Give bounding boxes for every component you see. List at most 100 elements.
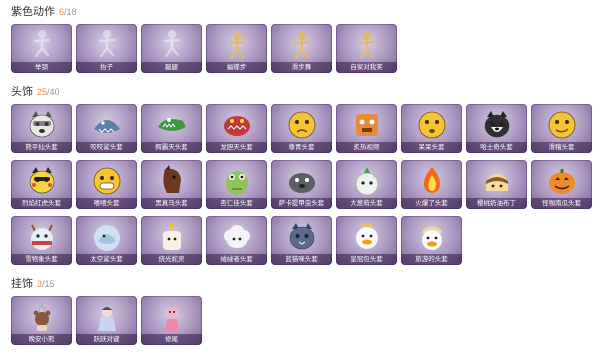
section-title-purple-actions: 紫色动作 6/18: [11, 5, 77, 19]
item-card[interactable]: 蝠蝶步: [206, 24, 267, 73]
frog-head-icon: [220, 165, 254, 197]
item-label: 雪物象头套: [11, 254, 72, 265]
cloud-sheep-head-icon: [220, 221, 254, 253]
item-label: 旅游的头套: [401, 254, 462, 265]
item-card[interactable]: 哈士奇头套: [466, 104, 527, 153]
item-card[interactable]: 蓝猫咪头套: [271, 216, 332, 265]
item-card[interactable]: 炙热视频: [336, 104, 397, 153]
item-card[interactable]: 修尾: [141, 296, 202, 345]
item-card[interactable]: 樱桃奶油布丁: [466, 160, 527, 209]
gold-skater-icon: [285, 29, 319, 61]
item-card[interactable]: 萨卡提甲虫头套: [271, 160, 332, 209]
item-label: 绒绒者头套: [206, 254, 267, 265]
item-label: 黑真马头套: [141, 198, 202, 209]
total-count: /15: [42, 279, 55, 289]
grin-emoji-head-icon: [90, 165, 124, 197]
item-label: 滑稽头套: [531, 142, 592, 153]
item-label: 火爆了头套: [401, 198, 462, 209]
item-label: 修尾: [141, 334, 202, 345]
item-card[interactable]: 自家对我笑: [336, 24, 397, 73]
gold-dancer-icon: [220, 29, 254, 61]
goose-head-icon: [415, 221, 449, 253]
collection-count: 25/40: [37, 87, 60, 97]
item-card[interactable]: 晚安小熊: [11, 296, 72, 345]
pikachu-head-icon: [25, 165, 59, 197]
item-card[interactable]: 嘻嘻头套: [76, 160, 137, 209]
item-card[interactable]: 鳄霸天头套: [141, 104, 202, 153]
smirk-emoji-head-icon: [545, 109, 579, 141]
pumpkin-head-icon: [545, 165, 579, 197]
item-label: 樱桃奶油布丁: [466, 198, 527, 209]
space-shark-head-icon: [90, 221, 124, 253]
item-card[interactable]: 火爆了头套: [401, 160, 462, 209]
raccoon-head-icon: [25, 109, 59, 141]
item-card[interactable]: 烈焰红虎头套: [11, 160, 72, 209]
item-label: 呆呆头套: [401, 142, 462, 153]
item-card[interactable]: 蹦腿: [141, 24, 202, 73]
item-card[interactable]: 皇冠包头套: [336, 216, 397, 265]
ghost-skeleton-icon: [25, 29, 59, 61]
ghost-runner-icon: [155, 29, 189, 61]
item-label: 皇冠包头套: [336, 254, 397, 265]
item-label: 杏仁佳头套: [206, 198, 267, 209]
total-count: /40: [47, 87, 60, 97]
reindeer-head-icon: [25, 221, 59, 253]
item-card[interactable]: 尊青头套: [271, 104, 332, 153]
item-label: 烧光蛇灵: [141, 254, 202, 265]
item-label: 蓝猫咪头套: [271, 254, 332, 265]
item-label: 龙胆天头套: [206, 142, 267, 153]
item-label: 熊平仙头套: [11, 142, 72, 153]
husky-head-icon: [480, 109, 514, 141]
section-title-pendants: 挂饰 3/15: [11, 277, 55, 291]
section-title-text: 紫色动作: [11, 6, 55, 18]
ghost-dancer-icon: [90, 29, 124, 61]
item-card[interactable]: 跃跃对键: [76, 296, 137, 345]
item-card[interactable]: 大葱萌头套: [336, 160, 397, 209]
item-label: 举颈: [11, 62, 72, 73]
total-count: /18: [64, 7, 77, 17]
item-label: 哈士奇头套: [466, 142, 527, 153]
dragon-head-icon: [220, 109, 254, 141]
seal-head-icon: [285, 165, 319, 197]
item-card[interactable]: 黑真马头套: [141, 160, 202, 209]
shark-head-icon: [90, 109, 124, 141]
item-card[interactable]: 滑步舞: [271, 24, 332, 73]
item-label: 大葱萌头套: [336, 198, 397, 209]
item-card[interactable]: 滑稽头套: [531, 104, 592, 153]
pudding-head-icon: [480, 165, 514, 197]
item-card[interactable]: 怪咖南瓜头套: [531, 160, 592, 209]
collection-count: 3/15: [37, 279, 55, 289]
item-card[interactable]: 杏仁佳头套: [206, 160, 267, 209]
orange-box-head-icon: [350, 109, 384, 141]
item-label: 跃跃对键: [76, 334, 137, 345]
item-label: 自家对我笑: [336, 62, 397, 73]
item-card[interactable]: 绒绒者头套: [206, 216, 267, 265]
blue-cat-head-icon: [285, 221, 319, 253]
pink-doll-keychain-icon: [155, 301, 189, 333]
item-label: 炙热视频: [336, 142, 397, 153]
item-card[interactable]: 龙胆天头套: [206, 104, 267, 153]
item-label: 烈焰红虎头套: [11, 198, 72, 209]
item-card[interactable]: 烧光蛇灵: [141, 216, 202, 265]
collection-count: 6/18: [59, 7, 77, 17]
item-label: 抬子: [76, 62, 137, 73]
item-label: 萨卡提甲虫头套: [271, 198, 332, 209]
duck-head-icon: [350, 221, 384, 253]
owned-count: 25: [37, 87, 48, 97]
section-title-text: 挂饰: [11, 278, 33, 290]
item-card[interactable]: 熊平仙头套: [11, 104, 72, 153]
item-label: 蝠蝶步: [206, 62, 267, 73]
item-card[interactable]: 举颈: [11, 24, 72, 73]
item-card[interactable]: 旅游的头套: [401, 216, 462, 265]
gold-waver-icon: [350, 29, 384, 61]
horse-head-icon: [155, 165, 189, 197]
item-card[interactable]: 太空鲨头套: [76, 216, 137, 265]
fire-head-icon: [415, 165, 449, 197]
item-label: 太空鲨头套: [76, 254, 137, 265]
girl-keychain-icon: [90, 301, 124, 333]
item-card[interactable]: 咬咬鲨头套: [76, 104, 137, 153]
item-card[interactable]: 抬子: [76, 24, 137, 73]
candle-head-icon: [155, 221, 189, 253]
item-card[interactable]: 雪物象头套: [11, 216, 72, 265]
item-card[interactable]: 呆呆头套: [401, 104, 462, 153]
